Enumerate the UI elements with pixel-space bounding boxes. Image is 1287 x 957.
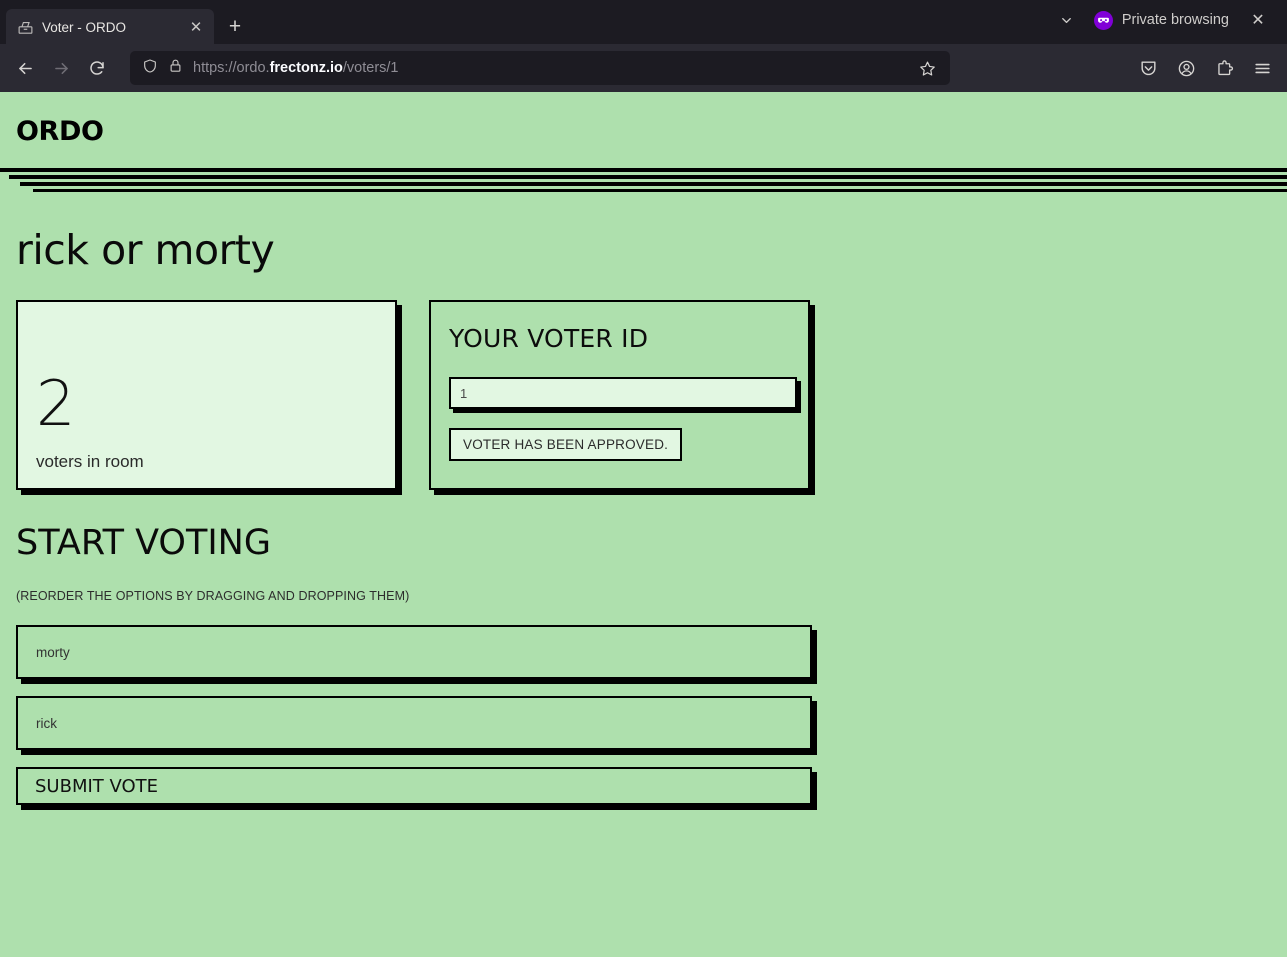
- voter-status-badge: VOTER HAS BEEN APPROVED.: [449, 428, 683, 461]
- address-bar[interactable]: https://ordo.frectonz.io/voters/1: [130, 51, 950, 85]
- navigation-toolbar: https://ordo.frectonz.io/voters/1: [0, 44, 1287, 92]
- account-icon[interactable]: [1169, 51, 1203, 85]
- close-icon[interactable]: ✕: [186, 17, 206, 37]
- star-icon[interactable]: [912, 53, 942, 83]
- url-text[interactable]: https://ordo.frectonz.io/voters/1: [193, 60, 902, 76]
- header-divider: [0, 168, 1287, 192]
- divider-line: [0, 168, 1287, 172]
- summary-cards: 2 voters in room YOUR VOTER ID VOTER HAS…: [0, 274, 1287, 490]
- mask-icon: [1093, 10, 1113, 30]
- lock-icon[interactable]: [168, 58, 183, 78]
- url-prefix: https://ordo.: [193, 60, 270, 76]
- back-icon[interactable]: [8, 51, 42, 85]
- voter-id-title: YOUR VOTER ID: [449, 324, 649, 353]
- divider-line: [33, 189, 1287, 192]
- forward-icon[interactable]: [44, 51, 78, 85]
- vote-option-label: rick: [36, 715, 57, 731]
- submit-vote-button[interactable]: SUBMIT VOTE: [16, 767, 812, 805]
- divider-line: [20, 182, 1287, 186]
- browser-tab[interactable]: Voter - ORDO ✕: [6, 9, 214, 45]
- tab-strip-controls: Private browsing ✕: [1050, 0, 1281, 44]
- vote-option-label: morty: [36, 644, 70, 660]
- browser-window: Voter - ORDO ✕ + Private browsing ✕ http…: [0, 0, 1287, 957]
- voters-count: 2: [36, 367, 76, 441]
- ballot-box-icon: [17, 19, 34, 36]
- site-header: ORDO: [0, 92, 1287, 147]
- app-menu-icon[interactable]: [1245, 51, 1279, 85]
- window-close-button[interactable]: ✕: [1241, 5, 1275, 35]
- chevron-down-icon[interactable]: [1050, 5, 1084, 35]
- start-voting-heading: START VOTING: [16, 523, 271, 563]
- reload-icon[interactable]: [80, 51, 114, 85]
- private-browsing-indicator: Private browsing: [1084, 10, 1241, 30]
- divider-line: [9, 175, 1287, 179]
- voters-count-label: voters in room: [36, 452, 144, 471]
- new-tab-button[interactable]: +: [220, 11, 250, 41]
- submit-vote-label: SUBMIT VOTE: [35, 775, 159, 797]
- tab-title: Voter - ORDO: [42, 19, 127, 35]
- url-path: /voters/1: [342, 60, 399, 76]
- brand-logo[interactable]: ORDO: [16, 116, 1287, 147]
- toolbar-buttons: [1131, 51, 1279, 85]
- voters-in-room-card: 2 voters in room: [16, 300, 397, 490]
- tab-strip: Voter - ORDO ✕ + Private browsing ✕: [0, 0, 1287, 45]
- vote-options-list: morty rick: [16, 625, 1287, 750]
- shield-icon[interactable]: [142, 58, 158, 79]
- pocket-icon[interactable]: [1131, 51, 1165, 85]
- voter-id-card: YOUR VOTER ID VOTER HAS BEEN APPROVED.: [429, 300, 810, 490]
- vote-option-item[interactable]: rick: [16, 696, 812, 750]
- voter-id-input[interactable]: [449, 377, 797, 409]
- private-browsing-label: Private browsing: [1121, 12, 1229, 28]
- voting-section: START VOTING (REORDER THE OPTIONS BY DRA…: [0, 490, 1287, 805]
- page-title: rick or morty: [16, 226, 275, 274]
- page-viewport: ORDO rick or morty 2 voters in room YOUR…: [0, 92, 1287, 957]
- vote-option-item[interactable]: morty: [16, 625, 812, 679]
- url-host: frectonz.io: [269, 60, 343, 76]
- extensions-icon[interactable]: [1207, 51, 1241, 85]
- reorder-hint: (REORDER THE OPTIONS BY DRAGGING AND DRO…: [16, 589, 410, 603]
